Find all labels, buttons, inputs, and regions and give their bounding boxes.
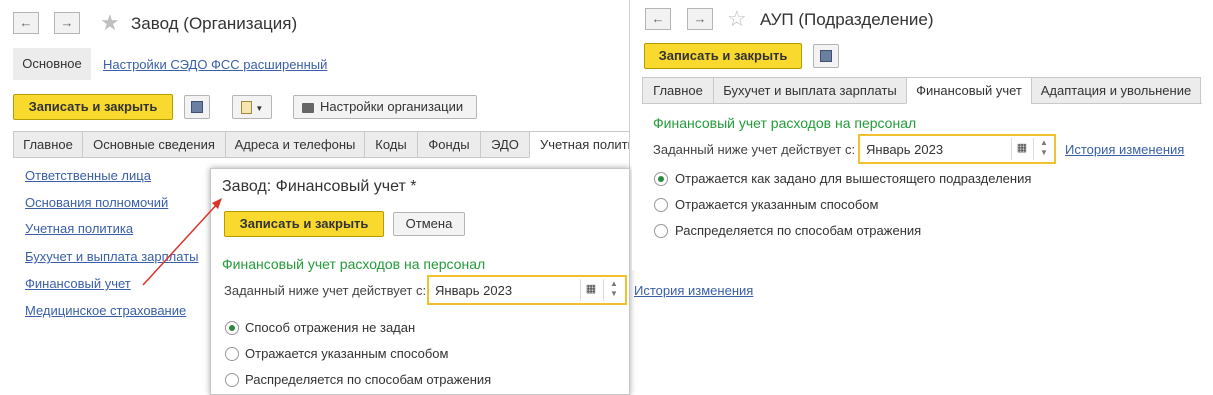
option-specified-radio[interactable] — [654, 198, 668, 212]
tab-financial[interactable]: Финансовый учет — [906, 77, 1032, 104]
calendar-icon[interactable]: ▦ — [1015, 141, 1029, 157]
date-label: Заданный ниже учет действует с: — [653, 142, 856, 157]
tab-accounting[interactable]: Бухучет и выплата зарплаты — [713, 77, 907, 104]
forward-button[interactable]: → — [687, 8, 713, 30]
option-inherit-label: Отражается как задано для вышестоящего п… — [675, 171, 1032, 186]
window-title: АУП (Подразделение) — [760, 10, 934, 29]
save-close-button[interactable]: Записать и закрыть — [644, 43, 802, 69]
save-icon-button[interactable] — [813, 44, 839, 68]
department-window: ← → ☆ АУП (Подразделение) Записать и зак… — [632, 0, 1213, 270]
date-value: Январь 2023 — [866, 142, 944, 157]
heading: Финансовый учет расходов на персонал — [653, 115, 917, 131]
option-specified-label: Отражается указанным способом — [675, 197, 879, 212]
divider — [1011, 138, 1012, 160]
spinner-icon[interactable]: ▲ ▼ — [1037, 138, 1051, 160]
history-link[interactable]: История изменения — [1065, 142, 1184, 157]
divider — [1033, 138, 1034, 160]
tab-main[interactable]: Главное — [642, 77, 714, 104]
date-field[interactable]: Январь 2023 ▦ ▲ ▼ — [858, 134, 1056, 164]
floppy-icon — [820, 50, 832, 62]
tab-adaptation[interactable]: Адаптация и увольнение — [1031, 77, 1201, 104]
option-inherit-radio[interactable] — [654, 172, 668, 186]
favorite-star-icon[interactable]: ☆ — [727, 8, 747, 30]
option-distributed-radio[interactable] — [654, 224, 668, 238]
back-button[interactable]: ← — [645, 8, 671, 30]
option-distributed-label: Распределяется по способам отражения — [675, 223, 922, 238]
